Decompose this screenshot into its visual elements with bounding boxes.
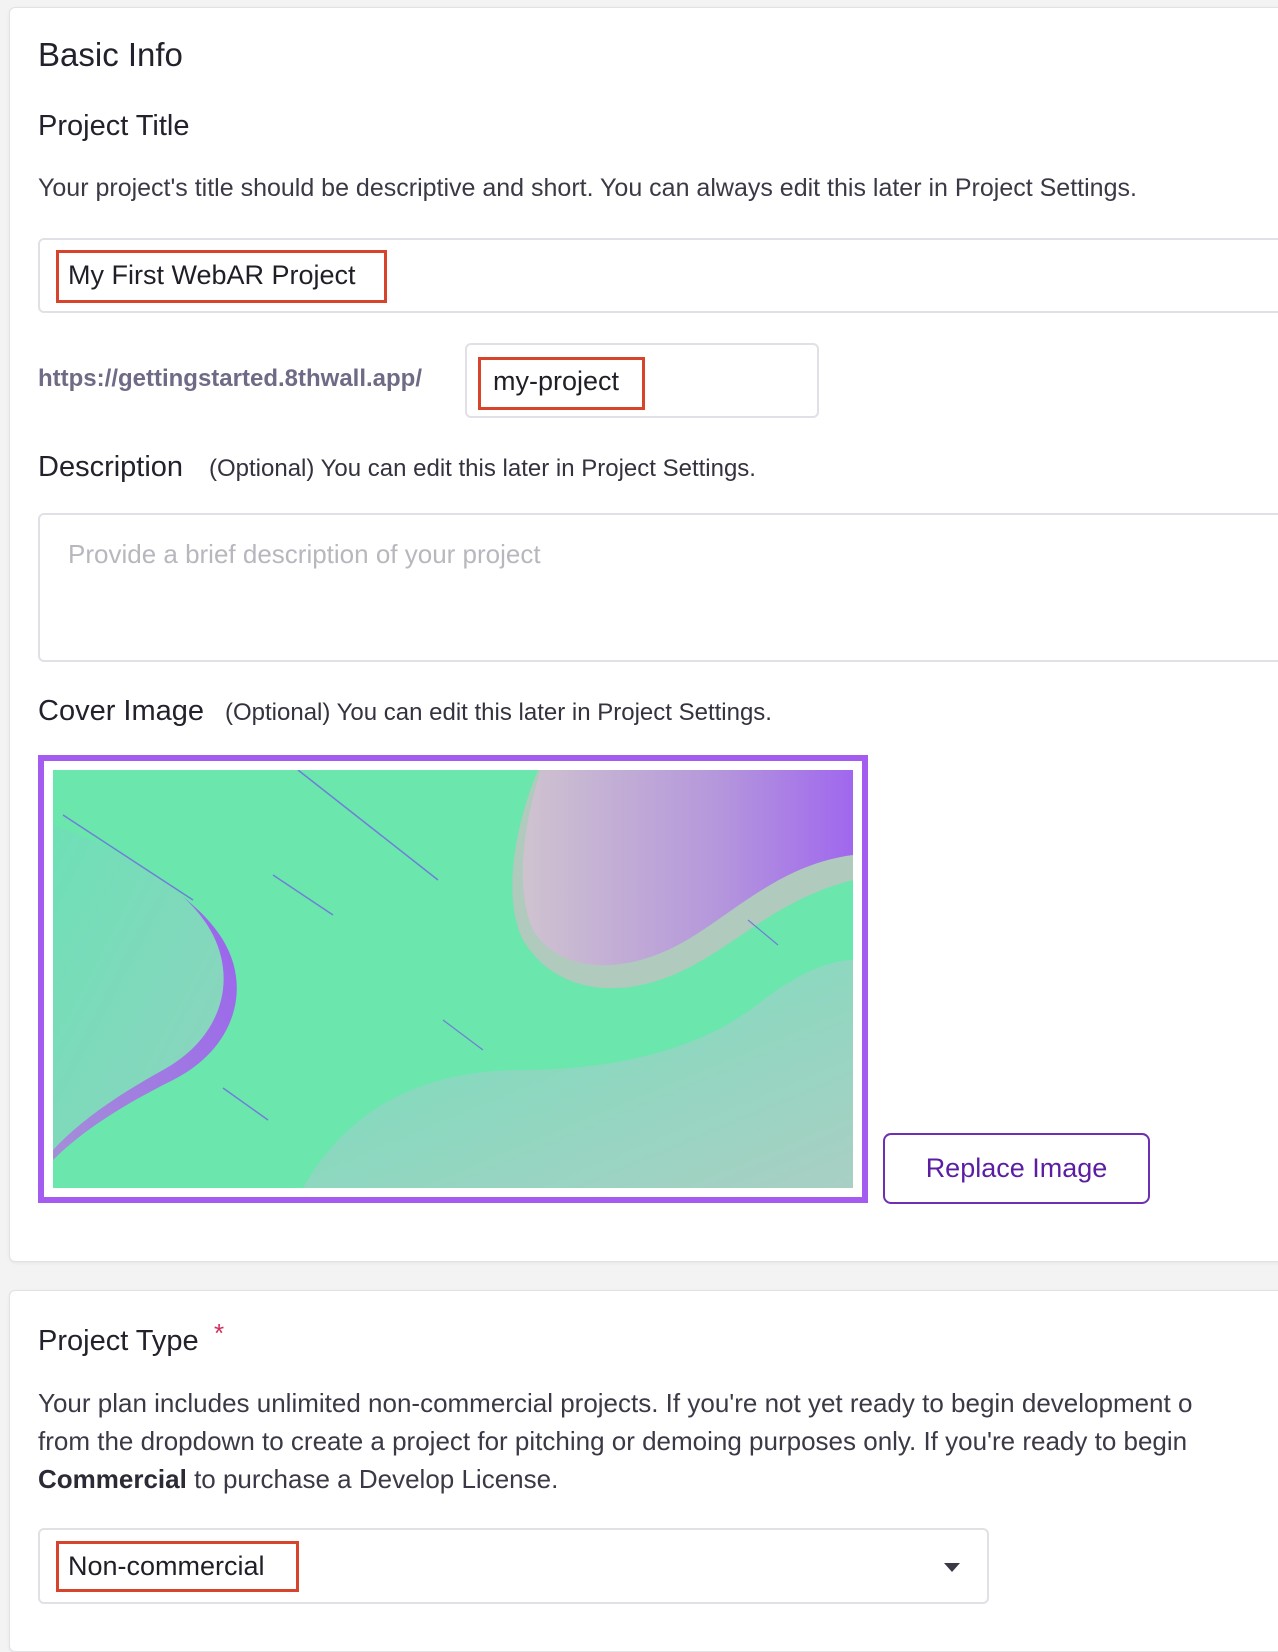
description-optional-note: (Optional) You can edit this later in Pr…	[209, 455, 756, 482]
section-title-basic-info: Basic Info	[38, 36, 183, 73]
project-type-help-line1: Your plan includes unlimited non-commerc…	[38, 1388, 1193, 1418]
project-type-help-line3: Commercial to purchase a Develop License…	[38, 1460, 558, 1498]
help-line3-rest: to purchase a Develop License.	[186, 1464, 559, 1494]
highlight-project-type	[56, 1541, 299, 1592]
cover-image-frame	[38, 755, 868, 1203]
project-title-label: Project Title	[38, 110, 190, 142]
description-textarea[interactable]	[38, 513, 1278, 662]
required-mark: *	[214, 1318, 225, 1348]
cover-image	[53, 770, 853, 1188]
url-prefix: https://gettingstarted.8thwall.app/	[38, 365, 423, 392]
replace-image-button[interactable]: Replace Image	[883, 1133, 1150, 1204]
cover-image-label: Cover Image	[38, 695, 205, 727]
commercial-bold: Commercial	[38, 1464, 187, 1494]
caret-down-icon[interactable]	[944, 1563, 960, 1572]
highlight-url-slug	[478, 357, 645, 410]
highlight-project-title	[56, 250, 387, 303]
project-type-help-line2: from the dropdown to create a project fo…	[38, 1426, 1188, 1456]
description-label: Description	[38, 451, 184, 483]
project-type-label: Project Type	[38, 1325, 199, 1357]
project-title-help: Your project's title should be descripti…	[38, 174, 1137, 202]
cover-image-optional-note: (Optional) You can edit this later in Pr…	[225, 699, 772, 726]
description-placeholder: Provide a brief description of your proj…	[68, 539, 541, 569]
